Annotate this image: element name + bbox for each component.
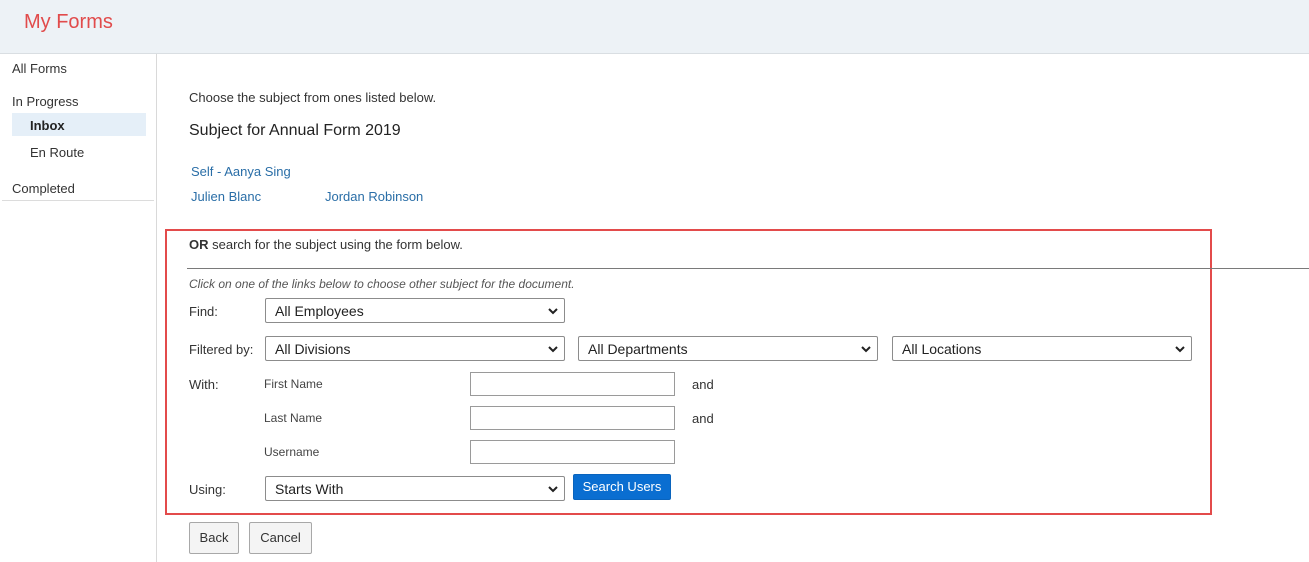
find-select-value: All Employees — [275, 303, 364, 319]
chevron-down-icon — [548, 486, 558, 493]
last-name-input[interactable] — [470, 406, 675, 430]
app-title: My Forms — [24, 11, 113, 33]
or-bold: OR — [189, 237, 209, 252]
and-connector-1: and — [692, 377, 714, 392]
section-divider — [187, 268, 1309, 269]
division-select-value: All Divisions — [275, 341, 351, 357]
sidebar-item-en-route[interactable]: En Route — [30, 145, 84, 160]
cancel-button[interactable]: Cancel — [249, 522, 312, 554]
search-users-button[interactable]: Search Users — [573, 474, 671, 500]
or-search-text: OR search for the subject using the form… — [189, 237, 463, 252]
sidebar-item-completed[interactable]: Completed — [12, 181, 75, 196]
or-rest: search for the subject using the form be… — [208, 237, 463, 252]
subject-link-jordan-robinson[interactable]: Jordan Robinson — [325, 189, 423, 204]
first-name-input[interactable] — [470, 372, 675, 396]
find-select[interactable]: All Employees — [265, 298, 565, 323]
find-label: Find: — [189, 304, 218, 319]
using-label: Using: — [189, 482, 226, 497]
chevron-down-icon — [548, 346, 558, 353]
sidebar-item-all-forms[interactable]: All Forms — [12, 61, 67, 76]
chevron-down-icon — [548, 308, 558, 315]
first-name-label: First Name — [264, 377, 323, 391]
sidebar: All Forms In Progress Inbox En Route Com… — [0, 54, 157, 562]
sidebar-divider — [2, 200, 154, 201]
with-label: With: — [189, 377, 219, 392]
back-button[interactable]: Back — [189, 522, 239, 554]
using-select-value: Starts With — [275, 481, 344, 497]
and-connector-2: and — [692, 411, 714, 426]
location-select-value: All Locations — [902, 341, 982, 357]
search-section-highlight — [165, 229, 1212, 515]
instruction-text: Choose the subject from ones listed belo… — [189, 90, 437, 105]
location-select[interactable]: All Locations — [892, 336, 1192, 361]
using-select[interactable]: Starts With — [265, 476, 565, 501]
username-input[interactable] — [470, 440, 675, 464]
app-header: My Forms — [0, 0, 1309, 54]
last-name-label: Last Name — [264, 411, 323, 425]
department-select-value: All Departments — [588, 341, 688, 357]
filtered-by-label: Filtered by: — [189, 342, 254, 357]
sidebar-item-inbox[interactable]: Inbox — [12, 113, 146, 136]
subject-heading: Subject for Annual Form 2019 — [189, 122, 401, 139]
subject-link-julien-blanc[interactable]: Julien Blanc — [191, 189, 261, 204]
subject-link-self[interactable]: Self - Aanya Sing — [191, 164, 291, 179]
chevron-down-icon — [861, 346, 871, 353]
search-hint: Click on one of the links below to choos… — [189, 277, 575, 291]
division-select[interactable]: All Divisions — [265, 336, 565, 361]
username-label: Username — [264, 445, 320, 459]
sidebar-section-in-progress[interactable]: In Progress — [12, 94, 78, 109]
chevron-down-icon — [1175, 346, 1185, 353]
department-select[interactable]: All Departments — [578, 336, 878, 361]
